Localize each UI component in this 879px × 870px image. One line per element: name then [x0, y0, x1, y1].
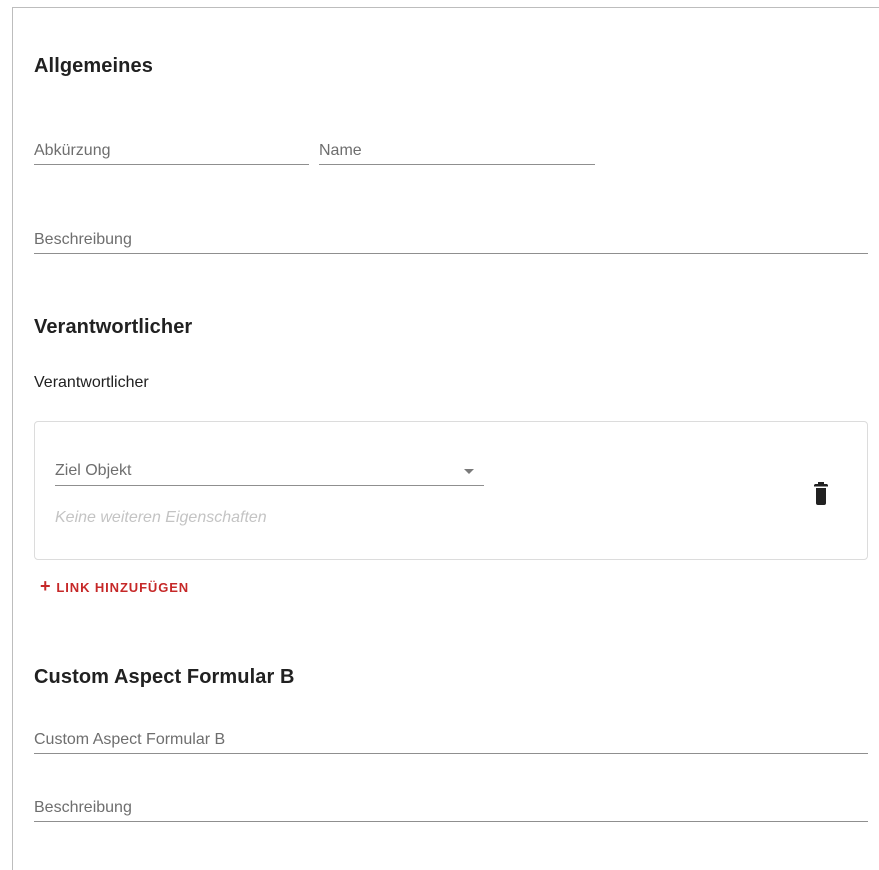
section-title-custom-aspect: Custom Aspect Formular B	[34, 666, 295, 688]
custom-aspect-field[interactable]	[34, 729, 868, 754]
add-link-button[interactable]: + LINK HINZUFÜGEN	[40, 576, 190, 596]
custom-aspect-input[interactable]	[34, 729, 868, 751]
target-object-select[interactable]: Ziel Objekt	[55, 458, 484, 486]
link-card: Ziel Objekt Keine weiteren Eigenschaften	[34, 421, 868, 560]
plus-icon: +	[40, 576, 52, 596]
target-object-label: Ziel Objekt	[55, 462, 132, 479]
no-properties-hint: Keine weiteren Eigenschaften	[55, 509, 267, 526]
description-input[interactable]	[34, 229, 868, 251]
chevron-down-icon	[464, 469, 474, 474]
add-link-label: LINK HINZUFÜGEN	[56, 579, 190, 595]
section-title-responsible: Verantwortlicher	[34, 316, 193, 338]
custom-aspect-description-field[interactable]	[34, 796, 868, 822]
responsible-label: Verantwortlicher	[34, 374, 149, 391]
description-field[interactable]	[34, 228, 868, 254]
abbreviation-field[interactable]	[34, 140, 309, 165]
trash-icon	[814, 482, 828, 505]
name-input[interactable]	[319, 140, 595, 162]
custom-aspect-description-input[interactable]	[34, 797, 868, 819]
abbreviation-input[interactable]	[34, 140, 309, 162]
name-field[interactable]	[319, 140, 595, 165]
section-title-general: Allgemeines	[34, 55, 153, 77]
delete-link-button[interactable]	[807, 480, 835, 510]
